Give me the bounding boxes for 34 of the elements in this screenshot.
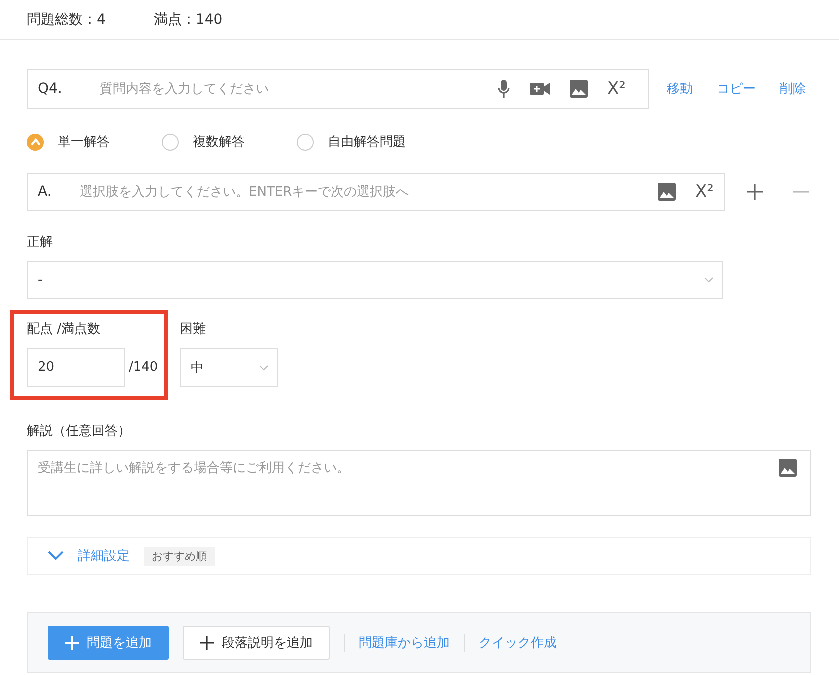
caret-up-icon [30,138,40,146]
answer-type-radio[interactable]: 自由解答問題 [297,133,406,151]
advanced-settings-bar[interactable]: 詳細設定 おすすめ順 [27,537,811,575]
field-label: 配点 /満点数 [27,321,102,338]
superscript-button[interactable]: X² [608,79,626,99]
field-label: 解説（任意回答） [27,423,132,440]
answer-type-radio[interactable]: 複数解答 [162,133,245,151]
image-icon[interactable] [570,80,588,98]
image-icon[interactable] [658,183,676,201]
video-camera-icon[interactable] [530,83,550,95]
plus-icon[interactable] [747,184,763,200]
explanation-input[interactable]: 受講生に詳しい解説をする場合等にご利用ください。 [27,450,811,516]
full-score: 満点：140 [154,10,223,28]
tag: おすすめ順 [144,546,215,566]
difficulty-select[interactable]: 中 [180,348,278,387]
field-label: 正解 [27,234,54,251]
plus-icon [65,636,79,650]
correct-answer-select[interactable]: - [27,261,723,299]
answer-type-radio[interactable]: 単一解答 [27,133,110,151]
plus-icon [200,636,214,650]
chevron-down-icon [259,364,270,370]
question-input[interactable]: Q4. 質問内容を入力してください X² [27,69,649,109]
microphone-icon[interactable] [498,80,510,98]
score-input[interactable]: 20 [27,348,125,387]
option-input[interactable]: A. 選択肢を入力してください。ENTERキーで次の選択肢へ X² [27,173,725,211]
option-letter: A. [38,184,53,200]
max-score: /140 [129,360,158,375]
superscript-button[interactable]: X² [696,182,714,202]
question-number: Q4. [38,81,64,97]
field-label: 困難 [180,321,208,338]
question-count: 問題総数：4 [27,10,106,28]
add-paragraph-button[interactable]: 段落説明を追加 [183,626,330,660]
image-icon[interactable] [779,459,797,477]
chevron-down-icon [704,277,714,283]
